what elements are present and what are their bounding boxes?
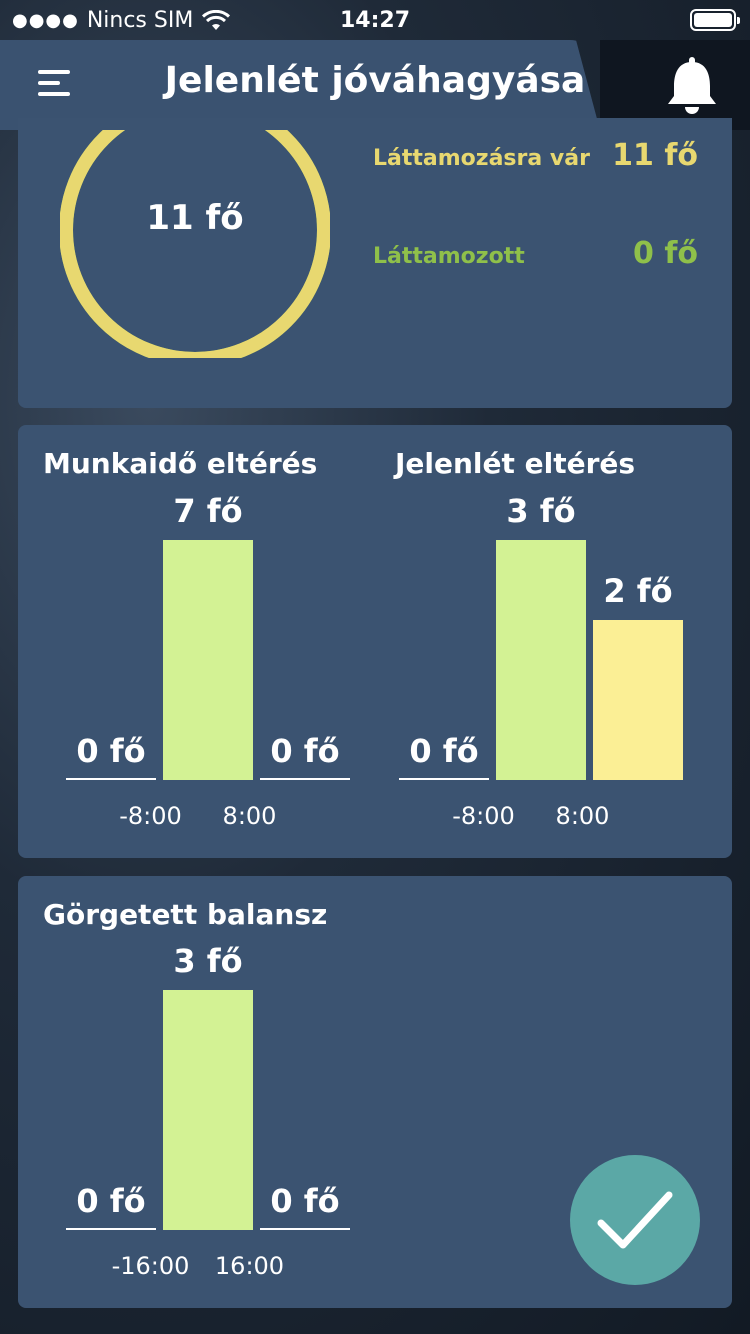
bar-label-1-2: 2 fő [603,572,673,610]
tick-label-1-1: 8:00 [555,802,610,830]
bar-label-1-0: 0 fő [409,732,479,770]
bar-0-2-baseline [260,778,350,780]
chart-title-worktime: Munkaidő eltérés [43,447,318,480]
tick-label-1-0: -8:00 [452,802,515,830]
approve-button[interactable] [570,1155,700,1285]
bar-label-2-1: 3 fő [173,942,243,980]
tick-label-0-0: -8:00 [119,802,182,830]
bar-label-0-2: 0 fő [270,732,340,770]
bar-label-2-0: 0 fő [76,1182,146,1220]
bell-icon[interactable] [664,56,720,114]
bar-label-1-1: 3 fő [506,492,576,530]
summary-ring [60,130,330,358]
tick-label-2-1: 16:00 [214,1252,285,1280]
pending-value: 11 fő [612,138,698,173]
status-bar: ●●●● Nincs SIM 14:27 [0,0,750,40]
summary-card: 11 fő Láttamozásra vár 11 fő Láttamozott… [18,118,732,408]
bar-2-2-baseline [260,1228,350,1230]
approved-value: 0 fő [633,236,698,271]
pending-label: Láttamozásra vár [373,146,590,171]
status-time: 14:27 [339,8,411,33]
bar-0-1 [163,540,253,780]
bar-label-0-0: 0 fő [76,732,146,770]
page-title: Jelenlét jóváhagyása [164,60,586,101]
bar-1-2 [593,620,683,780]
bar-label-0-1: 7 fő [173,492,243,530]
tick-label-0-1: 8:00 [222,802,277,830]
battery-icon [690,9,740,31]
checkmark-icon [597,1191,673,1249]
chart-title-attendance: Jelenlét eltérés [395,447,636,480]
chart-title-balance: Görgetett balansz [43,898,328,931]
ring-pending-arc [60,130,330,358]
deviation-card: Munkaidő eltérés Jelenlét eltérés 0 fő 7 … [18,425,732,858]
tick-label-2-0: -16:00 [111,1252,190,1280]
bar-1-0-baseline [399,778,489,780]
bar-2-0-baseline [66,1228,156,1230]
bar-1-1 [496,540,586,780]
bar-0-0-baseline [66,778,156,780]
approved-label: Láttamozott [373,244,525,269]
bar-label-2-2: 0 fő [270,1182,340,1220]
bar-2-1 [163,990,253,1230]
summary-total: 11 fő [146,198,244,238]
